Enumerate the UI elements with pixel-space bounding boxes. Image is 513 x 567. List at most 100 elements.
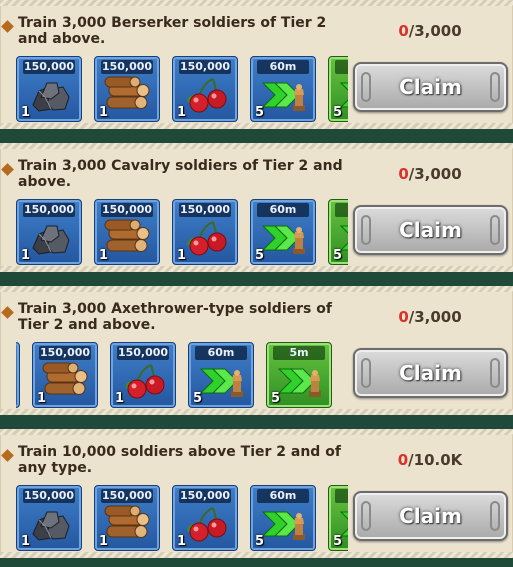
reward-item[interactable]: 5m 5	[266, 342, 332, 408]
training-speedup-icon	[275, 361, 325, 401]
reward-amount: 150,000	[179, 60, 231, 74]
reward-amount: 5m	[335, 489, 348, 503]
reward-count: 1	[99, 534, 109, 549]
reward-item[interactable]: 150,000 1	[94, 199, 160, 265]
ornament-icon	[361, 72, 371, 102]
claim-button[interactable]: Claim	[353, 62, 508, 112]
cherries-icon	[181, 218, 231, 258]
reward-amount: 60m	[195, 346, 247, 360]
reward-item[interactable]: 60m 5	[250, 199, 316, 265]
reward-item[interactable]: 150,0001	[172, 56, 238, 122]
reward-count: 1	[115, 391, 125, 406]
bullet-icon	[1, 306, 14, 319]
reward-item[interactable]: 60m 5	[188, 342, 254, 408]
claim-label: Claim	[399, 361, 462, 385]
reward-count: 5	[333, 248, 343, 263]
claim-label: Claim	[399, 218, 462, 242]
reward-count: 1	[37, 391, 47, 406]
reward-amount: 150,000	[23, 60, 75, 74]
task-title: Train 3,000 Axethrower-type soldiers of …	[18, 301, 332, 333]
task-card: Train 3,000 Berserker soldiers of Tier 2…	[0, 0, 513, 129]
reward-count: 1	[21, 105, 31, 120]
reward-item[interactable]: 150,000 1	[94, 56, 160, 122]
reward-count: 5	[271, 391, 281, 406]
reward-item[interactable]: 150,0001	[16, 199, 82, 265]
ornament-icon	[490, 358, 500, 388]
reward-item[interactable]: 5m 5	[328, 56, 348, 122]
ornament-icon	[490, 215, 500, 245]
ornament-icon	[361, 215, 371, 245]
reward-count: 5	[255, 248, 265, 263]
progress-total: /3,000	[408, 22, 462, 40]
task-list: Train 3,000 Berserker soldiers of Tier 2…	[0, 0, 513, 567]
claim-button[interactable]: Claim	[353, 205, 508, 255]
reward-amount: 150,000	[117, 346, 169, 360]
cherries-icon	[119, 361, 169, 401]
reward-count: 1	[21, 534, 31, 549]
reward-item[interactable]: 5m 5	[328, 199, 348, 265]
reward-amount: 150,000	[101, 60, 153, 74]
wood-logs-icon	[41, 361, 91, 401]
reward-item[interactable]: 150,0001	[172, 485, 238, 551]
reward-item[interactable]: 5m 5	[328, 485, 348, 551]
ornament-icon	[490, 501, 500, 531]
training-speedup-icon	[197, 361, 247, 401]
task-progress: 0/10.0K	[360, 451, 500, 469]
reward-count: 1	[177, 248, 187, 263]
wood-logs-icon	[103, 504, 153, 544]
reward-item[interactable]: 150,000 1	[16, 56, 82, 122]
task-progress: 0/3,000	[360, 22, 500, 40]
task-title: Train 10,000 soldiers above Tier 2 and o…	[18, 444, 341, 476]
reward-list[interactable]: 150,0001150,0001150,000160m55m5	[16, 199, 348, 267]
reward-count: 5	[333, 534, 343, 549]
reward-item[interactable]: 150,0001	[16, 342, 20, 408]
reward-amount: 5m	[335, 203, 348, 217]
reward-count: 5	[333, 105, 343, 120]
claim-label: Claim	[399, 504, 462, 528]
reward-item[interactable]: 150,0001	[32, 342, 98, 408]
reward-item[interactable]: 150,0001	[16, 485, 82, 551]
reward-count: 5	[255, 534, 265, 549]
task-progress: 0/3,000	[360, 165, 500, 183]
task-card: Train 3,000 Cavalry soldiers of Tier 2 a…	[0, 143, 513, 272]
reward-track: 150,000 1 150,000 1 150,000 1 60m 5 5m 5	[16, 485, 348, 553]
reward-item[interactable]: 150,0001	[172, 199, 238, 265]
reward-count: 5	[255, 105, 265, 120]
reward-count: 5	[193, 391, 203, 406]
reward-amount: 60m	[257, 60, 309, 74]
progress-total: /10.0K	[408, 451, 463, 469]
cherries-icon	[181, 75, 231, 115]
bullet-icon	[1, 20, 14, 33]
reward-list[interactable]: 150,0001150,0001150,000160m55m5	[16, 56, 348, 124]
reward-count: 1	[99, 105, 109, 120]
training-speedup-icon	[259, 75, 309, 115]
progress-current: 0	[398, 22, 409, 40]
reward-list[interactable]: 150,0001150,0001150,000160m55m5	[16, 342, 348, 410]
progress-total: /3,000	[408, 308, 462, 326]
reward-amount: 150,000	[101, 203, 153, 217]
reward-item[interactable]: 60m 5	[250, 56, 316, 122]
claim-button[interactable]: Claim	[353, 348, 508, 398]
reward-track: 150,000 1 150,000 1 150,000 1 60m 5 5m 5	[16, 56, 348, 124]
cherries-icon	[181, 504, 231, 544]
task-card: Train 3,000 Axethrower-type soldiers of …	[0, 286, 513, 415]
reward-item[interactable]: 150,000 1	[94, 485, 160, 551]
wood-logs-icon	[103, 75, 153, 115]
wood-logs-icon	[103, 218, 153, 258]
reward-list[interactable]: 150,0001150,0001150,000160m55m5	[16, 485, 348, 553]
reward-amount: 150,000	[23, 203, 75, 217]
training-speedup-icon	[259, 218, 309, 258]
reward-item[interactable]: 60m 5	[250, 485, 316, 551]
ornament-icon	[361, 358, 371, 388]
claim-button[interactable]: Claim	[353, 491, 508, 541]
ornament-icon	[361, 501, 371, 531]
bullet-icon	[1, 449, 14, 462]
reward-item[interactable]: 150,000 1	[110, 342, 176, 408]
progress-current: 0	[398, 308, 409, 326]
reward-count: 1	[99, 248, 109, 263]
reward-amount: 150,000	[101, 489, 153, 503]
ornament-icon	[490, 72, 500, 102]
reward-count: 1	[177, 534, 187, 549]
reward-amount: 5m	[335, 60, 348, 74]
progress-current: 0	[398, 165, 409, 183]
